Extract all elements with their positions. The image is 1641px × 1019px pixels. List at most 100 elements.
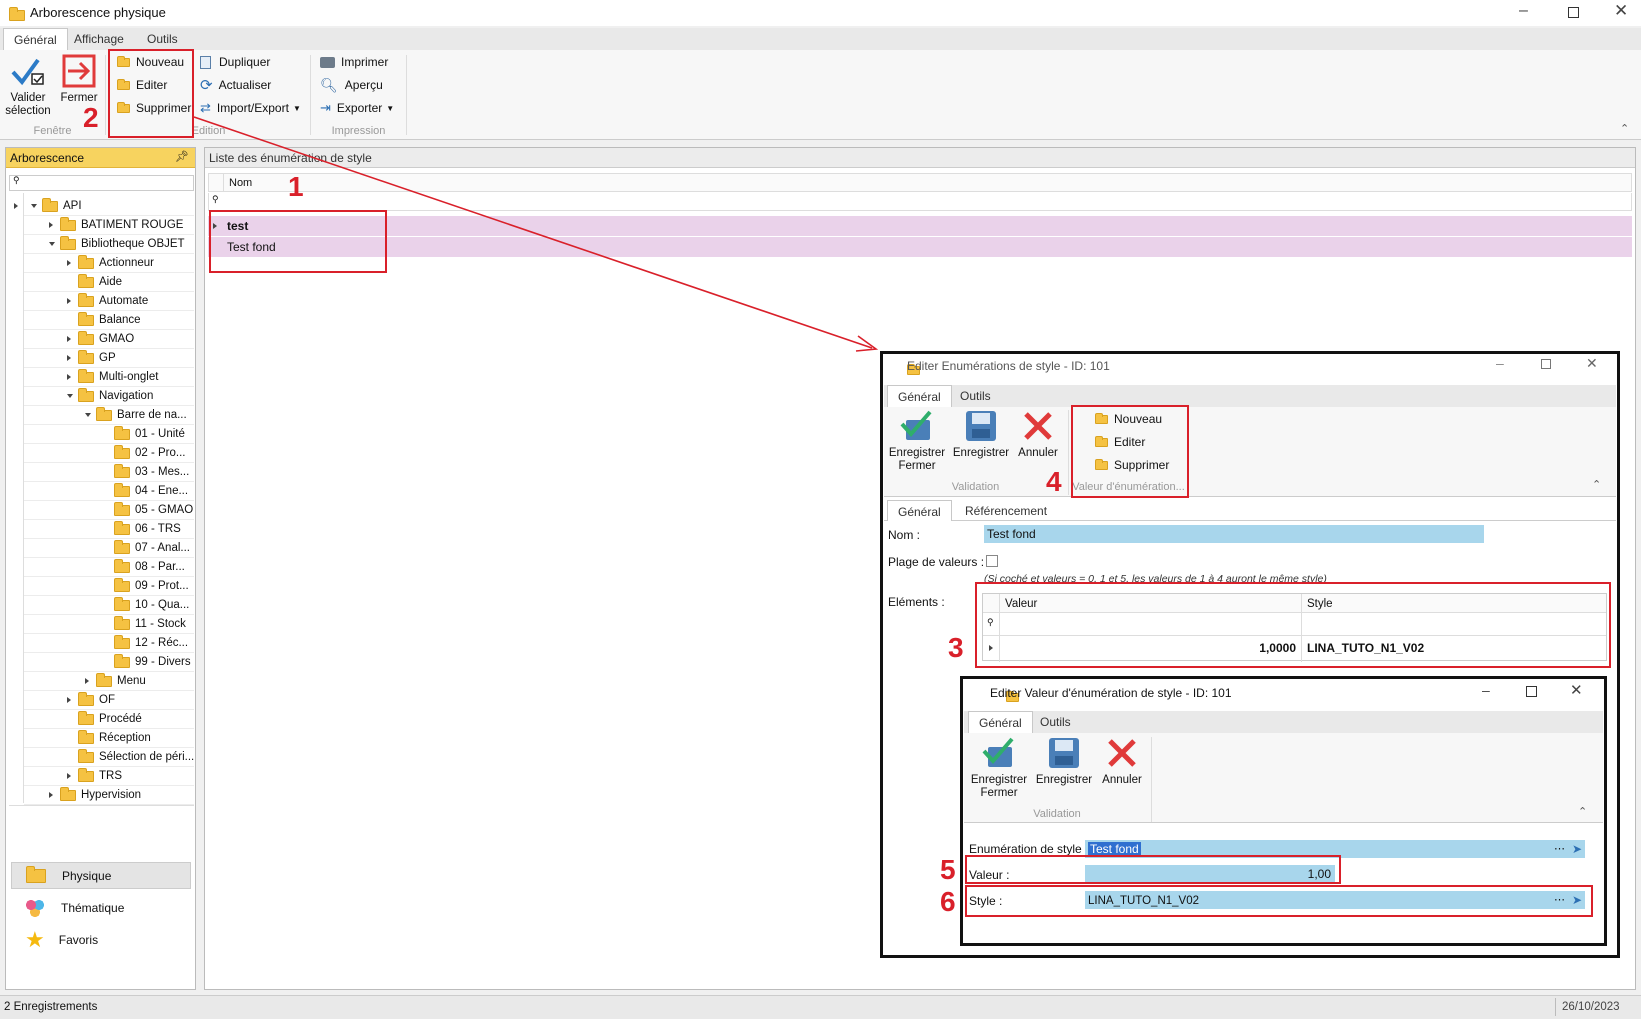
validate-selection-button[interactable]: Valider sélection <box>3 92 53 118</box>
dialog1-subtab-referencement[interactable]: Référencement <box>955 500 1057 522</box>
print-button[interactable]: Imprimer <box>320 52 388 72</box>
dialog2-minimize-button[interactable]: – <box>1482 682 1490 698</box>
folder-icon <box>78 710 94 725</box>
table-row[interactable]: test <box>208 216 1632 236</box>
tree-node[interactable]: 07 - Anal... <box>114 539 190 557</box>
expand-arrow-icon[interactable] <box>67 355 71 361</box>
maximize-button[interactable] <box>1568 7 1579 18</box>
close-button[interactable]: ✕ <box>1614 1 1628 21</box>
title-bar <box>0 0 1641 26</box>
collapse-arrow-icon[interactable] <box>85 413 91 417</box>
tree-node-label: 12 - Réc... <box>135 637 189 649</box>
dialog1-tab-outils[interactable]: Outils <box>950 385 1001 407</box>
tree-filter-row[interactable]: ⚲ <box>9 175 194 191</box>
tree-node[interactable]: 12 - Réc... <box>114 634 188 652</box>
group-label-impression: Impression <box>331 125 386 137</box>
dialog1-close-button[interactable]: ✕ <box>1586 355 1598 372</box>
tree-node[interactable]: 99 - Divers <box>114 653 191 671</box>
tree-node[interactable]: 06 - TRS <box>114 520 181 538</box>
dialog2-maximize-button[interactable] <box>1526 686 1537 697</box>
dialog2-tab-general[interactable]: Général <box>968 711 1033 733</box>
tree-node[interactable]: 04 - Ene... <box>114 482 188 500</box>
tree-node[interactable]: 09 - Prot... <box>114 577 189 595</box>
tree-node[interactable]: API <box>42 197 82 215</box>
annotation-box-3 <box>975 582 1611 668</box>
tree-node[interactable]: 01 - Unité <box>114 425 185 443</box>
tree-node[interactable]: Aide <box>78 273 122 291</box>
expand-arrow-icon[interactable] <box>49 792 53 798</box>
expand-arrow-icon[interactable] <box>67 697 71 703</box>
expand-arrow-icon[interactable] <box>67 374 71 380</box>
preview-button[interactable]: 🔍︎ Aperçu <box>320 75 383 95</box>
nav-favoris[interactable]: ★ Favoris <box>11 926 191 953</box>
dialog1-cancel-button[interactable]: Annuler <box>1015 447 1061 460</box>
tree-node[interactable]: Barre de na... <box>96 406 187 424</box>
dialog1-tab-general[interactable]: Général <box>887 385 952 407</box>
expand-arrow-icon[interactable] <box>67 298 71 304</box>
expand-arrow-icon[interactable] <box>49 222 53 228</box>
tree-node[interactable]: GP <box>78 349 116 367</box>
dialog2-cancel-button[interactable]: Annuler <box>1099 774 1145 787</box>
tree-node[interactable]: Menu <box>96 672 146 690</box>
expand-arrow-icon[interactable] <box>67 260 71 266</box>
tree-node[interactable]: Procédé <box>78 710 142 728</box>
expand-arrow-icon[interactable] <box>85 678 89 684</box>
tree-node[interactable]: Navigation <box>78 387 153 405</box>
tree-node[interactable]: Balance <box>78 311 141 329</box>
table-row[interactable]: Test fond <box>208 237 1632 257</box>
tree-node[interactable]: 10 - Qua... <box>114 596 189 614</box>
tab-affichage[interactable]: Affichage <box>64 28 134 50</box>
expand-arrow-icon[interactable] <box>67 336 71 342</box>
import-export-button[interactable]: ⇄ Import/Export ▼ <box>200 98 301 118</box>
minimize-button[interactable]: – <box>1519 2 1528 20</box>
dialog2-save-close-button[interactable]: Enregistrer Fermer <box>966 774 1032 800</box>
duplicate-button[interactable]: Dupliquer <box>200 52 270 72</box>
dialog1-save-button[interactable]: Enregistrer <box>952 447 1010 460</box>
grid-filter-row[interactable]: ⚲ <box>208 193 1632 211</box>
tree-node[interactable]: Sélection de péri... <box>78 748 194 766</box>
tree-node[interactable]: GMAO <box>78 330 134 348</box>
tab-general[interactable]: Général <box>3 28 68 50</box>
export-button[interactable]: ⇥ Exporter ▼ <box>320 98 394 118</box>
tree-node[interactable]: BATIMENT ROUGE <box>60 216 183 234</box>
ellipsis-icon[interactable]: ⋯ <box>1554 840 1565 858</box>
validate-selection-icon <box>11 58 44 86</box>
tab-outils[interactable]: Outils <box>137 28 188 50</box>
collapse-arrow-icon[interactable] <box>31 204 37 208</box>
dialog2-save-button[interactable]: Enregistrer <box>1035 774 1093 787</box>
nav-thematique[interactable]: Thématique <box>11 894 191 921</box>
annotation-number-2: 2 <box>83 102 99 133</box>
dialog1-subtab-general[interactable]: Général <box>887 500 952 521</box>
dialog1-save-close-button[interactable]: Enregistrer Fermer <box>884 447 950 473</box>
tree-node[interactable]: 03 - Mes... <box>114 463 189 481</box>
tree-node[interactable]: 02 - Pro... <box>114 444 186 462</box>
tree-node[interactable]: Bibliotheque OBJET <box>60 235 185 253</box>
collapse-ribbon-icon[interactable]: ⌃ <box>1620 122 1629 135</box>
tree-node[interactable]: 05 - GMAO <box>114 501 193 519</box>
collapse-arrow-icon[interactable] <box>49 242 55 246</box>
nom-field[interactable]: Test fond <box>984 525 1484 543</box>
dialog1-maximize-button[interactable] <box>1541 359 1551 369</box>
expand-arrow-icon[interactable] <box>67 773 71 779</box>
tree-node[interactable]: Réception <box>78 729 151 747</box>
navigate-arrow-icon[interactable]: ➤ <box>1572 840 1582 858</box>
tree-node[interactable]: Multi-onglet <box>78 368 158 386</box>
tree-node[interactable]: 11 - Stock <box>114 615 186 633</box>
tree-node[interactable]: OF <box>78 691 115 709</box>
tree-node[interactable]: TRS <box>78 767 122 785</box>
dialog1-collapse-ribbon-icon[interactable]: ⌃ <box>1592 478 1601 491</box>
pin-icon[interactable]: 📌︎ <box>175 150 189 163</box>
refresh-button[interactable]: ⟳ Actualiser <box>200 75 271 95</box>
dialog2-close-button[interactable]: ✕ <box>1570 681 1583 699</box>
plage-checkbox[interactable] <box>986 555 998 567</box>
collapse-arrow-icon[interactable] <box>67 394 73 398</box>
tree-node[interactable]: 08 - Par... <box>114 558 185 576</box>
dialog2-tab-outils[interactable]: Outils <box>1030 711 1081 733</box>
column-header-nom[interactable]: Nom <box>229 177 252 189</box>
dialog2-collapse-ribbon-icon[interactable]: ⌃ <box>1578 805 1587 818</box>
tree-node[interactable]: Hypervision <box>60 786 141 804</box>
tree-node[interactable]: Automate <box>78 292 148 310</box>
dialog1-minimize-button[interactable]: – <box>1496 355 1504 371</box>
nav-physique[interactable]: Physique <box>11 862 191 889</box>
tree-node[interactable]: Actionneur <box>78 254 154 272</box>
